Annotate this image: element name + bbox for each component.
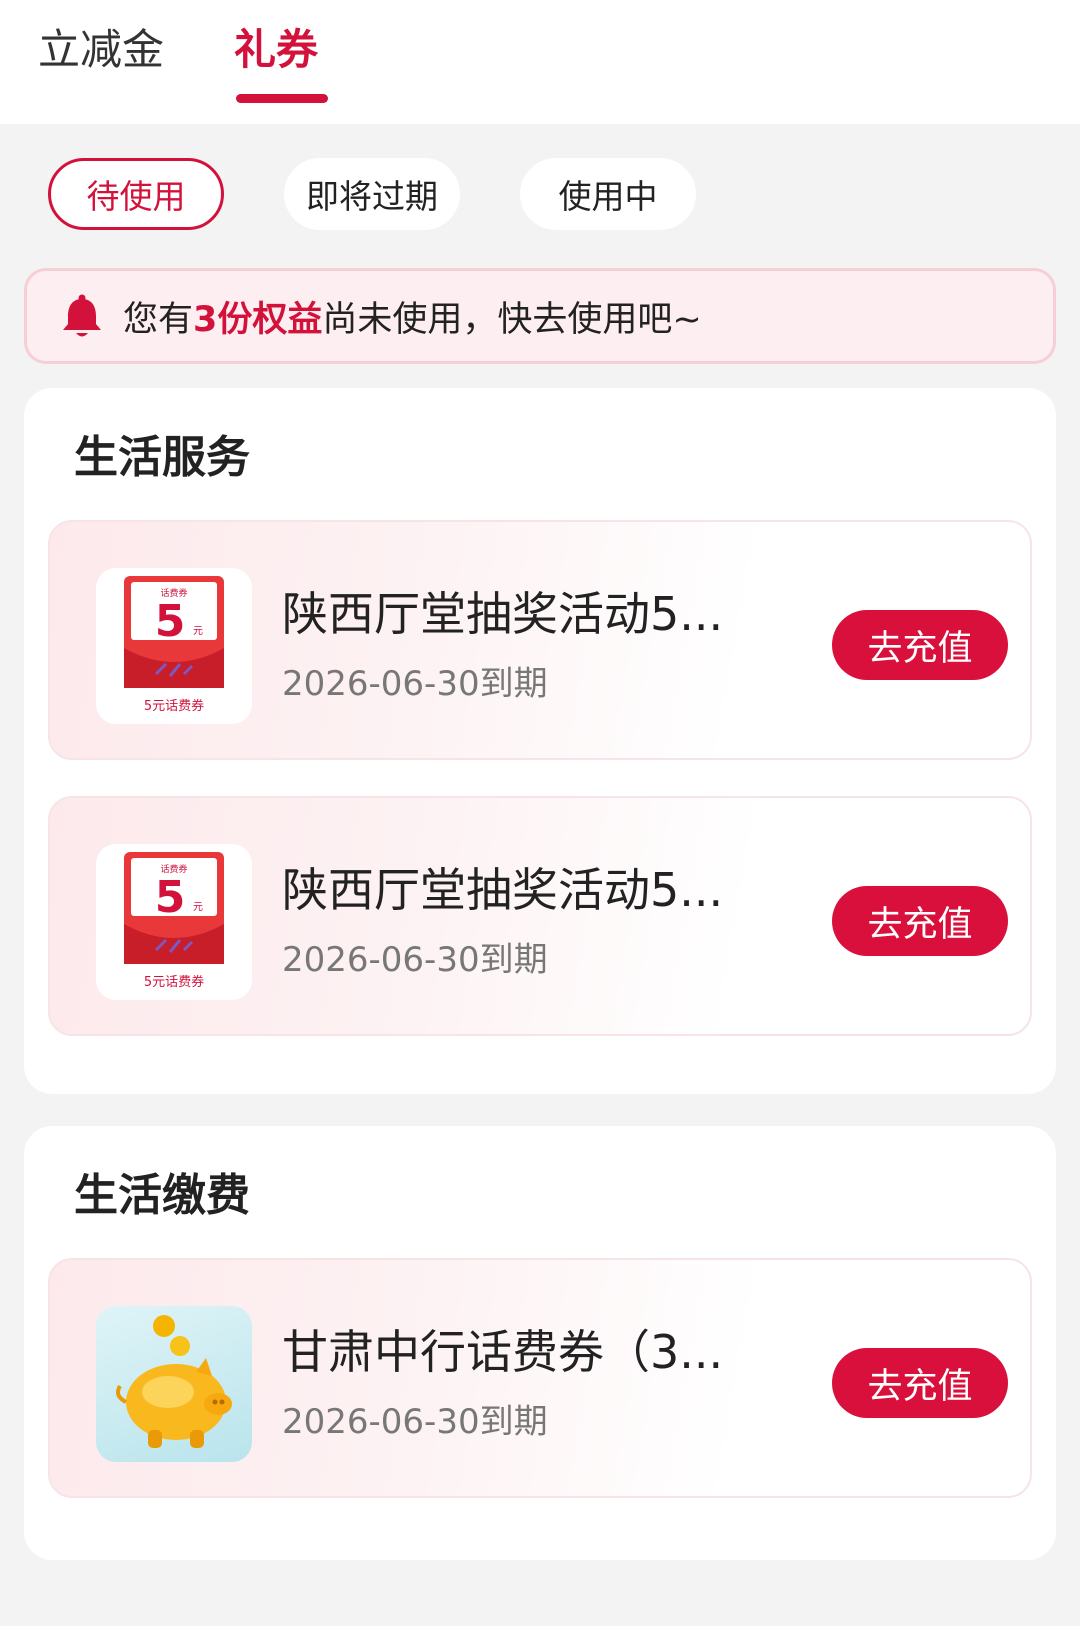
filter-chip-in-use[interactable]: 使用中 [520,158,696,230]
filter-chip-expiring-soon[interactable]: 即将过期 [284,158,460,230]
section-card-utility-payments: 生活缴费 甘肃中行话费券（3... 2026-06-30到期 去充值 [24,1126,1056,1560]
coupon-expiry: 2026-06-30到期 [282,940,548,980]
voucher-amount: 5 [155,872,186,923]
phone-bill-voucher-icon: 话费券 5 元 5元话费券 [124,852,224,990]
voucher-caption: 5元话费券 [144,698,204,714]
filter-chip-to-use[interactable]: 待使用 [48,158,224,230]
voucher-amount: 5 [155,596,186,647]
coupon-name: 甘肃中行话费券（3... [282,1325,724,1379]
top-tab-bar: 立减金 礼券 [0,0,1080,124]
coupon-item[interactable]: 甘肃中行话费券（3... 2026-06-30到期 去充值 [48,1258,1032,1498]
piggy-bank-icon [116,1315,232,1448]
section-title: 生活缴费 [74,1170,250,1221]
section-card-life-services: 生活服务 话费券 5 元 5元话费券 陕西厅堂抽奖活动5... 2026-06-… [24,388,1056,1094]
coupon-thumbnail: 话费券 5 元 5元话费券 [96,844,252,1000]
recharge-button[interactable]: 去充值 [832,1348,1008,1418]
coupon-expiry: 2026-06-30到期 [282,664,548,704]
coupon-expiry: 2026-06-30到期 [282,1402,548,1442]
voucher-unit: 元 [193,626,203,637]
bell-icon [63,294,101,337]
notice-suffix: 尚未使用，快去使用吧~ [322,299,702,340]
section-title: 生活服务 [74,432,250,483]
voucher-unit: 元 [193,902,203,913]
notice-text: 您有3份权益尚未使用，快去使用吧~ [123,291,702,342]
coupon-name: 陕西厅堂抽奖活动5... [282,863,724,917]
coupon-item[interactable]: 话费券 5 元 5元话费券 陕西厅堂抽奖活动5... 2026-06-30到期 … [48,520,1032,760]
unused-benefits-notice: 您有3份权益尚未使用，快去使用吧~ [24,268,1056,364]
tab-instant-discount[interactable]: 立减金 [38,22,164,78]
coupon-item[interactable]: 话费券 5 元 5元话费券 陕西厅堂抽奖活动5... 2026-06-30到期 … [48,796,1032,1036]
voucher-caption: 5元话费券 [144,974,204,990]
coupon-thumbnail [96,1306,252,1462]
tab-gift-coupons[interactable]: 礼券 [234,22,318,78]
notice-prefix: 您有 [123,299,194,340]
recharge-button[interactable]: 去充值 [832,886,1008,956]
phone-bill-voucher-icon: 话费券 5 元 5元话费券 [124,576,224,714]
recharge-button[interactable]: 去充值 [832,610,1008,680]
coupon-name: 陕西厅堂抽奖活动5... [282,587,724,641]
notice-count-highlight: 3份权益 [193,299,323,340]
coupon-thumbnail: 话费券 5 元 5元话费券 [96,568,252,724]
active-tab-indicator [236,94,328,103]
